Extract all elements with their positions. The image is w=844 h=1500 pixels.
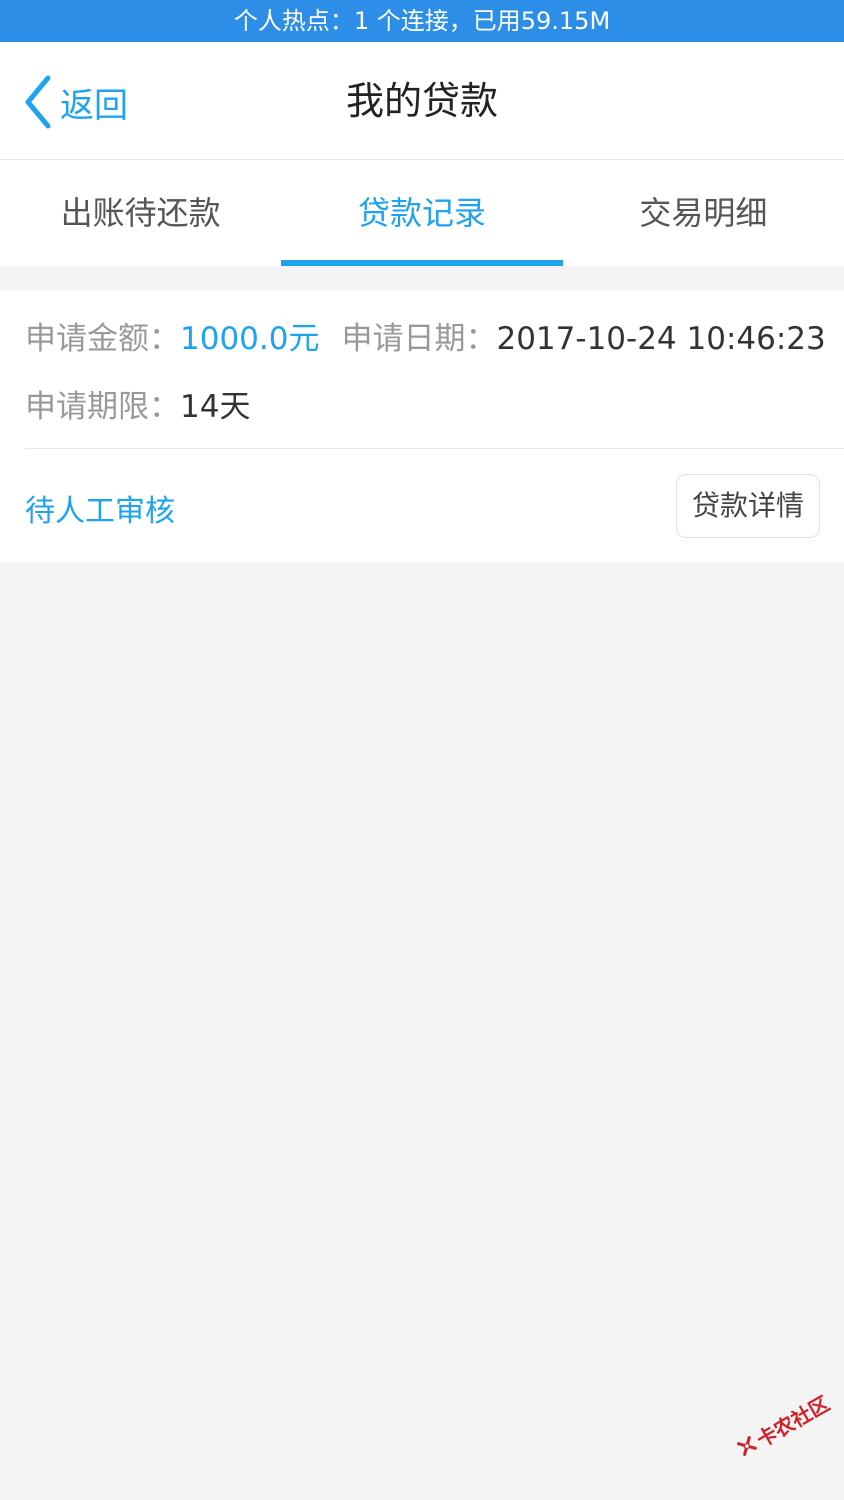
tab-transaction-details[interactable]: 交易明细 xyxy=(563,160,844,266)
watermark-text: 卡农社区 xyxy=(752,1390,834,1452)
back-button[interactable]: 返回 xyxy=(22,72,128,132)
record-row-term: 申请期限：14天 xyxy=(25,384,250,430)
term-label: 申请期限： xyxy=(25,389,180,425)
review-status: 待人工审核 xyxy=(25,494,175,529)
date-label: 申请日期： xyxy=(341,321,497,357)
system-status-bar: 个人热点：1 个连接，已用59.15M xyxy=(0,0,844,42)
watermark-logo: 卡农社区 xyxy=(725,1374,842,1476)
amount-label: 申请金额： xyxy=(25,321,180,357)
back-label: 返回 xyxy=(60,85,128,126)
date-value: 2017-10-24 10:46:23 xyxy=(496,321,826,357)
tab-bar: 出账待还款 贷款记录 交易明细 xyxy=(0,160,844,266)
record-row-amount-date: 申请金额：1000.0元 申请日期：2017-10-24 10:46:23 xyxy=(25,316,826,362)
divider xyxy=(25,448,844,449)
chevron-left-icon xyxy=(25,75,51,129)
tab-pending-repayment[interactable]: 出账待还款 xyxy=(0,160,281,266)
hotspot-status-text: 个人热点：1 个连接，已用59.15M xyxy=(233,7,611,35)
term-value: 14天 xyxy=(180,389,251,425)
tab-loan-records[interactable]: 贷款记录 xyxy=(281,160,563,266)
loan-detail-button[interactable]: 贷款详情 xyxy=(676,474,820,538)
amount-value: 1000.0元 xyxy=(180,321,320,357)
loan-record-card: 申请金额：1000.0元 申请日期：2017-10-24 10:46:23 申请期… xyxy=(0,290,844,562)
navigation-bar: 返回 我的贷款 xyxy=(0,42,844,160)
